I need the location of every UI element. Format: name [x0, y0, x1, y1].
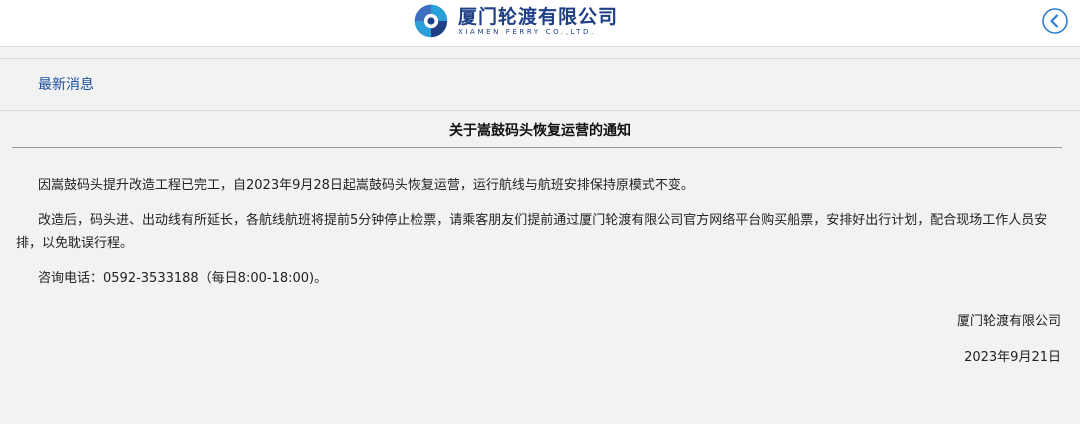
article-body: 因嵩鼓码头提升改造工程已完工，自2023年9月28日起嵩鼓码头恢复运营，运行航线…	[16, 174, 1064, 302]
company-name-cn: 厦门轮渡有限公司	[458, 5, 619, 28]
article-paragraph: 咨询电话：0592-3533188（每日8:00-18:00)。	[38, 271, 328, 286]
article-paragraph: 改造后，码头进、出动线有所延长，各航线航班将提前5分钟停止检票，请乘客朋友们提前…	[16, 213, 1048, 251]
back-circle-icon[interactable]	[1041, 7, 1069, 35]
title-underline	[12, 147, 1062, 148]
article-paragraph: 因嵩鼓码头提升改造工程已完工，自2023年9月28日起嵩鼓码头恢复运营，运行航线…	[38, 178, 694, 193]
section-title-latest-news[interactable]: 最新消息	[38, 74, 94, 94]
divider	[0, 58, 1080, 59]
company-logo[interactable]: 厦门轮渡有限公司 XIAMEN FERRY CO.,LTD.	[413, 1, 618, 41]
divider	[0, 110, 1080, 111]
company-name-en: XIAMEN FERRY CO.,LTD.	[458, 27, 596, 36]
logo-text: 厦门轮渡有限公司 XIAMEN FERRY CO.,LTD.	[458, 6, 618, 37]
top-header: 厦门轮渡有限公司 XIAMEN FERRY CO.,LTD.	[0, 0, 1080, 47]
signature-company: 厦门轮渡有限公司	[956, 314, 1061, 329]
ferry-logo-icon	[414, 4, 448, 38]
article-title: 关于嵩鼓码头恢复运营的通知	[449, 123, 631, 139]
signature-date: 2023年9月21日	[964, 350, 1061, 365]
